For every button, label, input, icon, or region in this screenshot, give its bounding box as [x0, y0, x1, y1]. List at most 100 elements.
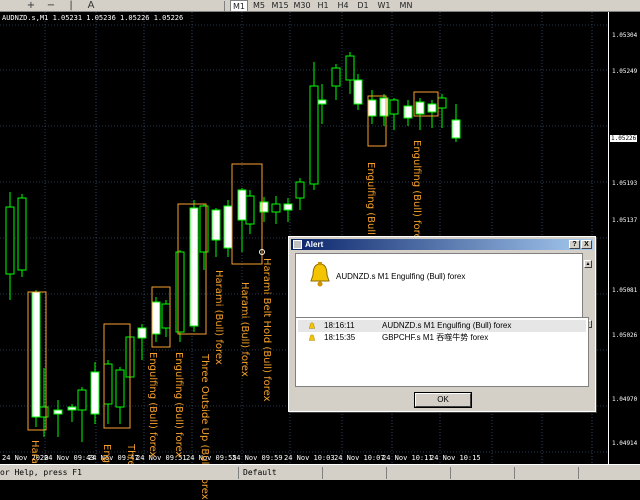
- list-item[interactable]: 18:15:35 GBPCHF.s M1 吞噬牛势 forex: [298, 332, 586, 344]
- timeframe-m15[interactable]: M15: [270, 0, 290, 12]
- bear-candle: [283, 203, 293, 211]
- status-bar: or Help, press F1 Default: [0, 464, 640, 480]
- bear-candle: [367, 99, 377, 117]
- timeframe-d1[interactable]: D1: [354, 0, 372, 12]
- date-tick-label: 24 Nov 09:59: [232, 454, 283, 462]
- bull-candle: [437, 97, 447, 109]
- status-help: or Help, press F1: [0, 468, 82, 477]
- bull-candle: [245, 195, 255, 225]
- status-cell: [322, 467, 382, 479]
- bear-candle: [317, 99, 327, 105]
- bear-candle: [451, 119, 461, 139]
- timeframe-m1[interactable]: M1: [230, 0, 248, 12]
- bear-candle: [53, 409, 63, 415]
- alert-row-message: GBPCHF.s M1 吞噬牛势 forex: [382, 333, 489, 342]
- bull-candle: [5, 206, 15, 275]
- status-profile: Default: [238, 467, 318, 479]
- current-price-label: 1.05226: [610, 135, 638, 142]
- bull-candle: [295, 181, 305, 199]
- date-tick-label: 24 Nov 2020: [2, 454, 49, 462]
- bull-candle: [175, 251, 185, 333]
- bear-candle: [67, 406, 77, 411]
- price-tick-label: 1.05304: [612, 32, 638, 39]
- status-cell: [450, 467, 510, 479]
- pattern-label: Harami Belt Hold (Bull) forex: [261, 258, 272, 402]
- hline-icon[interactable]: −: [44, 0, 58, 12]
- bear-candle: [211, 209, 221, 241]
- bull-candle: [17, 197, 27, 271]
- timeframe-h4[interactable]: H4: [334, 0, 352, 12]
- help-button[interactable]: ?: [569, 240, 580, 249]
- bull-candle: [389, 99, 399, 115]
- bear-candle: [151, 301, 161, 335]
- status-cell: [514, 467, 574, 479]
- alert-time: 18:15:35: [324, 333, 356, 342]
- bell-icon: [310, 262, 330, 287]
- price-tick-label: 1.05081: [612, 287, 638, 294]
- crosshair-icon[interactable]: +: [24, 0, 38, 12]
- status-cell: [386, 467, 446, 479]
- bear-candle: [379, 97, 389, 117]
- alert-time: 18:16:11: [324, 321, 355, 330]
- text-icon[interactable]: A: [84, 0, 98, 12]
- ok-button[interactable]: OK: [414, 392, 472, 408]
- timeframe-mn[interactable]: MN: [396, 0, 416, 12]
- bull-candle: [199, 205, 209, 253]
- bear-candle: [415, 101, 425, 115]
- close-button[interactable]: X: [581, 240, 592, 249]
- timeframe-h1[interactable]: H1: [314, 0, 332, 12]
- price-tick-label: 1.05249: [612, 68, 638, 75]
- bull-candle: [77, 389, 87, 411]
- alert-title-bar[interactable]: Alert ? X: [291, 239, 593, 250]
- alert-message: AUDNZD.s M1 Engulfing (Bull) forex: [336, 272, 466, 281]
- bear-candle: [237, 189, 247, 221]
- bear-candle: [427, 103, 437, 113]
- price-tick-label: 1.04970: [612, 396, 638, 403]
- bull-candle: [309, 85, 319, 185]
- price-tick-label: 1.05193: [612, 180, 638, 187]
- toolbar: + − | A M1 M5 M15 M30 H1 H4 D1 W1 MN: [0, 0, 640, 12]
- bull-candle: [103, 363, 113, 405]
- bell-icon: [308, 334, 316, 341]
- bear-candle: [31, 291, 41, 418]
- bear-candle: [403, 105, 413, 119]
- status-cell: [578, 467, 638, 479]
- chart-header: AUDNZD.s,M1 1.05231 1.05236 1.05226 1.05…: [2, 14, 184, 22]
- date-tick-label: 24 Nov 09:55: [186, 454, 237, 462]
- bear-candle: [353, 79, 363, 105]
- bull-candle: [39, 406, 49, 418]
- pattern-label: Harami (Bull) forex: [213, 270, 224, 365]
- date-tick-label: 24 Nov 10:03: [284, 454, 335, 462]
- pattern-label: Engulfing (Bull) forex: [173, 352, 184, 458]
- scroll-up-button[interactable]: ▲: [584, 260, 592, 268]
- price-axis: 1.05304 1.05249 1.05226 1.05193 1.05137 1.050…: [608, 12, 640, 464]
- price-tick-label: 1.05026: [612, 332, 638, 339]
- bear-candle: [223, 205, 233, 249]
- bull-candle: [345, 55, 355, 81]
- price-tick-label: 1.05137: [612, 217, 638, 224]
- date-tick-label: 24 Nov 10:11: [382, 454, 433, 462]
- date-tick-label: 24 Nov 10:15: [430, 454, 481, 462]
- pattern-label: Harami (Bull) forex: [239, 282, 250, 377]
- bear-candle: [90, 371, 100, 415]
- bear-candle: [137, 327, 147, 339]
- bear-candle: [189, 207, 199, 327]
- bull-candle: [115, 369, 125, 408]
- vline-icon[interactable]: |: [64, 0, 78, 12]
- window-icon: [293, 240, 302, 249]
- alert-dialog: Alert ? X AUDNZD.s M1 Engulfing (Bull) f…: [288, 236, 596, 412]
- list-item[interactable]: 18:16:11 AUDNZD.s M1 Engulfing (Bull) fo…: [298, 320, 586, 332]
- alert-history-list[interactable]: 18:16:11 AUDNZD.s M1 Engulfing (Bull) fo…: [295, 317, 589, 387]
- date-tick-label: 24 Nov 09:43: [44, 454, 95, 462]
- bull-candle: [271, 203, 281, 213]
- timeframe-w1[interactable]: W1: [374, 0, 394, 12]
- alert-row-message: AUDNZD.s M1 Engulfing (Bull) forex: [382, 321, 512, 330]
- timeframe-m30[interactable]: M30: [292, 0, 312, 12]
- date-tick-label: 24 Nov 10:07: [334, 454, 385, 462]
- pattern-label: Engulfing (Bull) forex: [147, 352, 158, 458]
- alert-title: Alert: [305, 240, 324, 249]
- bear-candle: [259, 201, 269, 213]
- bell-icon: [308, 322, 316, 329]
- price-tick-label: 1.04914: [612, 440, 638, 447]
- timeframe-m5[interactable]: M5: [250, 0, 268, 12]
